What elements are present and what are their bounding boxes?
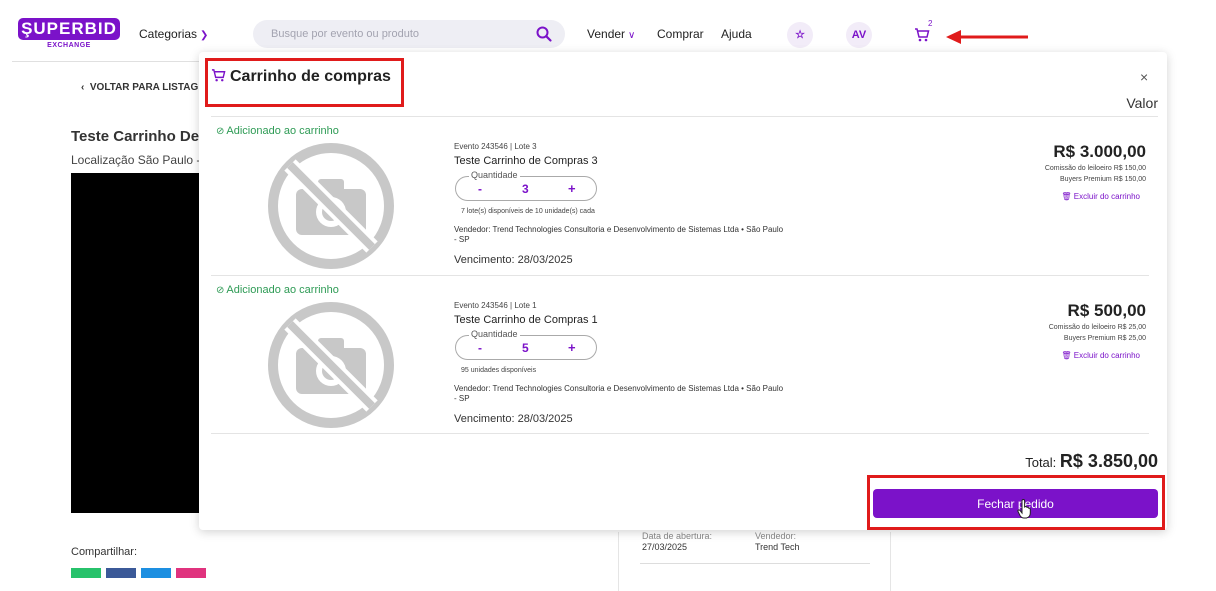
remove-from-cart-button[interactable]: 🗑 Excluir do carrinho (1061, 351, 1140, 360)
quantity-label: Quantidade (469, 170, 520, 180)
lot-name[interactable]: Teste Carrinho de Compras 3 (454, 155, 598, 167)
decrease-quantity-button[interactable]: - (478, 182, 482, 196)
chevron-down-icon: ❯ (200, 30, 209, 41)
annotation-arrow-icon (946, 30, 1028, 44)
total-label: Total: (1025, 455, 1057, 470)
item-price: R$ 500,00 (1067, 301, 1146, 320)
vendor-info: Vendedor: Trend Technologies Consultoria… (454, 384, 784, 403)
auctioneer-fee: Comissão do leiloeiro R$ 25,00 (1048, 324, 1146, 331)
remove-label: Excluir do carrinho (1073, 192, 1140, 201)
seller-value: Trend Tech (755, 542, 800, 552)
quantity-stepper: Quantidade - 3 + (455, 170, 597, 201)
seller-label: Vendedor: (755, 531, 797, 541)
decrease-quantity-button[interactable]: - (478, 341, 482, 355)
share-label: Compartilhar: (71, 546, 138, 558)
cart-total: Total: R$ 3.850,00 (1025, 451, 1158, 472)
trash-icon: 🗑 (1061, 351, 1072, 360)
share-facebook-button[interactable] (106, 568, 136, 578)
search-input[interactable] (271, 26, 521, 42)
auctioneer-fee: Comissão do leiloeiro R$ 150,00 (1044, 165, 1146, 172)
share-email-button[interactable] (176, 568, 206, 578)
cart-item: ⊘ Adicionado ao carrinho Evento 243546 | … (211, 284, 1151, 434)
cart-count-badge: 2 (928, 19, 933, 28)
increase-quantity-button[interactable]: + (568, 181, 576, 196)
search-icon[interactable] (535, 25, 553, 43)
info-divider (640, 563, 870, 564)
no-photo-icon (268, 302, 394, 428)
avatar[interactable]: AV (846, 22, 872, 48)
cart-item: ⊘ Adicionado ao carrinho Evento 243546 | … (211, 125, 1151, 275)
categories-label: Categorias (139, 27, 198, 41)
chevron-down-icon: ∨ (628, 30, 636, 41)
added-status-text: Adicionado ao carrinho (226, 125, 339, 137)
top-header: ŞUPERBID EXCHANGE Categorias❯ Vender∨ Co… (0, 0, 1216, 56)
lot-name[interactable]: Teste Carrinho de Compras 1 (454, 314, 598, 326)
due-date: Vencimento: 28/03/2025 (454, 254, 573, 266)
opening-date-label: Data de abertura: (642, 531, 713, 541)
trash-icon: 🗑 (1061, 192, 1072, 201)
buyers-premium: Buyers Premium R$ 150,00 (1060, 176, 1146, 183)
back-label: VOLTAR PARA LISTAG (89, 82, 199, 93)
share-twitter-button[interactable] (141, 568, 171, 578)
sell-menu[interactable]: Vender ∨ (587, 27, 635, 41)
lot-info: Evento 243546 | Lote 1 (454, 301, 537, 310)
cart-icon[interactable] (914, 27, 930, 43)
check-circle-icon: ⊘ (216, 285, 225, 296)
remove-from-cart-button[interactable]: 🗑 Excluir do carrinho (1061, 192, 1140, 201)
quantity-label: Quantidade (469, 329, 520, 339)
column-divider (618, 532, 619, 591)
hand-cursor-icon (1017, 499, 1031, 519)
superbid-logo[interactable]: ŞUPERBID EXCHANGE (18, 18, 120, 52)
buyers-premium: Buyers Premium R$ 25,00 (1063, 335, 1146, 342)
total-value: R$ 3.850,00 (1059, 451, 1158, 471)
value-column-header: Valor (1126, 95, 1158, 111)
quantity-value[interactable]: 3 (522, 182, 529, 196)
buy-link[interactable]: Comprar (657, 27, 704, 41)
help-link[interactable]: Ajuda (721, 27, 752, 41)
search-bar (253, 20, 565, 48)
no-photo-icon (268, 143, 394, 269)
header-divider (12, 61, 202, 62)
availability-text: 95 unidades disponíveis (461, 367, 537, 374)
share-whatsapp-button[interactable] (71, 568, 101, 578)
close-icon[interactable]: × (1140, 69, 1148, 85)
sell-label: Vender (587, 27, 626, 41)
product-media (71, 173, 211, 513)
logo-subtitle: EXCHANGE (47, 42, 91, 49)
column-divider (890, 532, 891, 591)
annotation-highlight-box (205, 58, 404, 107)
item-price: R$ 3.000,00 (1053, 142, 1146, 161)
annotation-highlight-box (867, 475, 1165, 530)
lot-info: Evento 243546 | Lote 3 (454, 142, 537, 151)
opening-date-value: 27/03/2025 (642, 542, 688, 552)
added-status: ⊘ Adicionado ao carrinho (216, 284, 339, 296)
back-to-listing-link[interactable]: ‹ VOLTAR PARA LISTAG (81, 82, 198, 93)
product-location: Localização São Paulo - (71, 153, 201, 167)
check-circle-icon: ⊘ (216, 126, 225, 137)
increase-quantity-button[interactable]: + (568, 340, 576, 355)
categories-menu[interactable]: Categorias ❯ (139, 27, 208, 41)
header-divider (211, 116, 1158, 117)
favorites-star-icon[interactable]: ☆ (787, 22, 813, 48)
remove-label: Excluir do carrinho (1073, 351, 1140, 360)
added-status: ⊘ Adicionado ao carrinho (216, 125, 339, 137)
item-divider (211, 433, 1149, 434)
quantity-stepper: Quantidade - 5 + (455, 329, 597, 360)
logo-wordmark: ŞUPERBID (18, 18, 120, 40)
availability-text: 7 lote(s) disponíveis de 10 unidade(s) c… (461, 208, 595, 215)
due-date: Vencimento: 28/03/2025 (454, 413, 573, 425)
cart-modal: Carrinho de compras × Valor ⊘ Adicionado … (199, 52, 1167, 530)
added-status-text: Adicionado ao carrinho (226, 284, 339, 296)
product-title: Teste Carrinho De (71, 128, 200, 145)
vendor-info: Vendedor: Trend Technologies Consultoria… (454, 225, 784, 244)
item-divider (211, 275, 1149, 276)
quantity-value[interactable]: 5 (522, 341, 529, 355)
